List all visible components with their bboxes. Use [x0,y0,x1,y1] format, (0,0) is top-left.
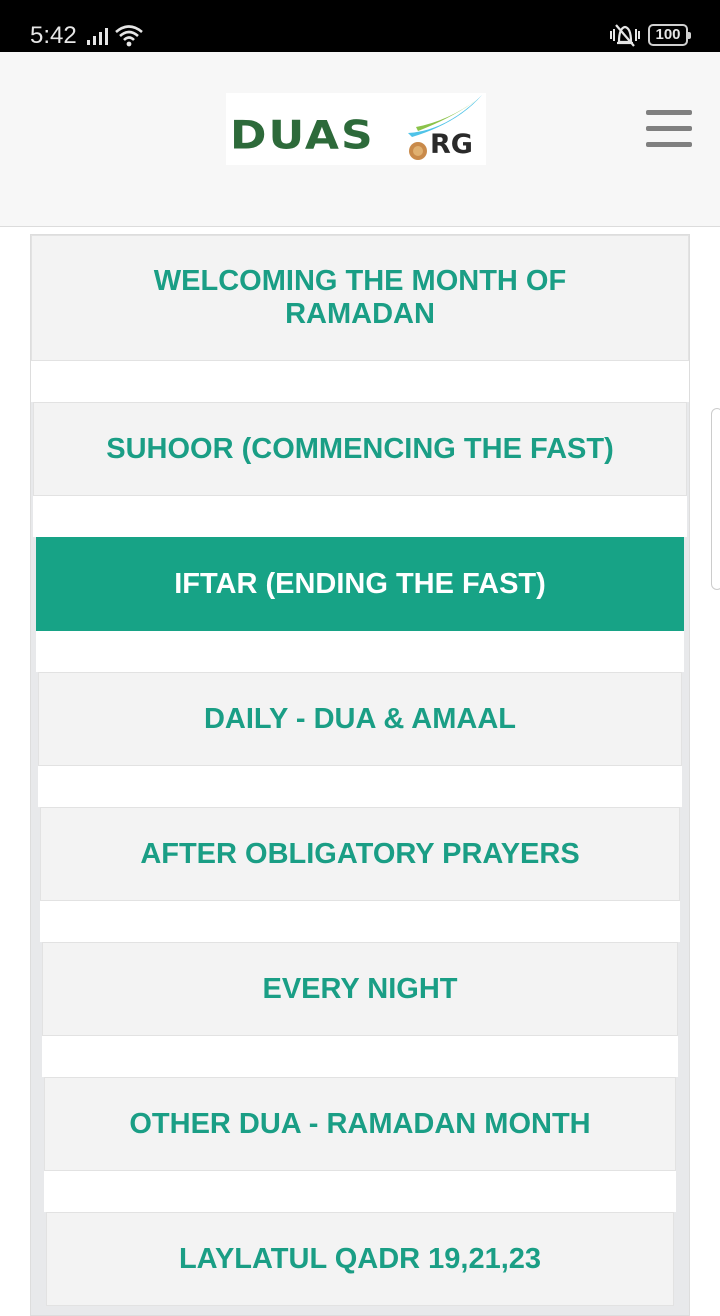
menu-item-suhoor[interactable]: SUHOOR (COMMENCING THE FAST) [33,402,687,496]
wifi-icon [115,25,143,47]
hamburger-menu-icon[interactable] [646,110,692,148]
menu-item-iftar[interactable]: IFTAR (ENDING THE FAST) [36,537,684,631]
menu-item-label: EVERY NIGHT [262,972,458,1005]
menu-item-label: WELCOMING THE MONTH OF RAMADAN [153,265,567,330]
menu-item-after-prayers[interactable]: AFTER OBLIGATORY PRAYERS [40,807,680,901]
status-bar: 5:42 100 [0,0,720,52]
menu-item-every-night[interactable]: EVERY NIGHT [42,942,678,1036]
menu-item-label: OTHER DUA - RAMADAN MONTH [129,1107,591,1140]
menu-item-label: DAILY - DUA & AMAAL [203,702,517,735]
divider [42,1036,678,1077]
menu-item-daily-dua[interactable]: DAILY - DUA & AMAAL [38,672,682,766]
menu-item-label: SUHOOR (COMMENCING THE FAST) [106,432,614,465]
vibrate-icon [610,24,640,47]
menu-item-label: IFTAR (ENDING THE FAST) [174,567,546,600]
divider [36,631,684,672]
signal-icon [87,28,108,45]
divider [31,361,689,402]
logo-text: DUAS [230,112,375,159]
menu-item-welcoming-ramadan[interactable]: WELCOMING THE MONTH OF RAMADAN [31,235,689,361]
scroll-handle[interactable] [711,408,720,590]
logo-globe-icon [409,142,427,160]
menu-item-label: AFTER OBLIGATORY PRAYERS [140,837,580,870]
divider [44,1171,676,1212]
divider [33,496,687,537]
battery-icon: 100 [648,24,691,46]
menu-item-laylatul-qadr[interactable]: LAYLATUL QADR 19,21,23 [46,1212,674,1306]
divider [40,901,680,942]
logo-suffix: RG [430,129,473,160]
status-time: 5:42 [30,22,77,49]
menu-item-other-dua[interactable]: OTHER DUA - RAMADAN MONTH [44,1077,676,1171]
divider [38,766,682,807]
site-logo[interactable]: DUAS RG [226,93,486,165]
site-header: DUAS RG [0,52,720,227]
ramadan-menu-list: WELCOMING THE MONTH OF RAMADAN SUHOOR (C… [30,234,690,1316]
menu-item-label: LAYLATUL QADR 19,21,23 [178,1242,542,1275]
